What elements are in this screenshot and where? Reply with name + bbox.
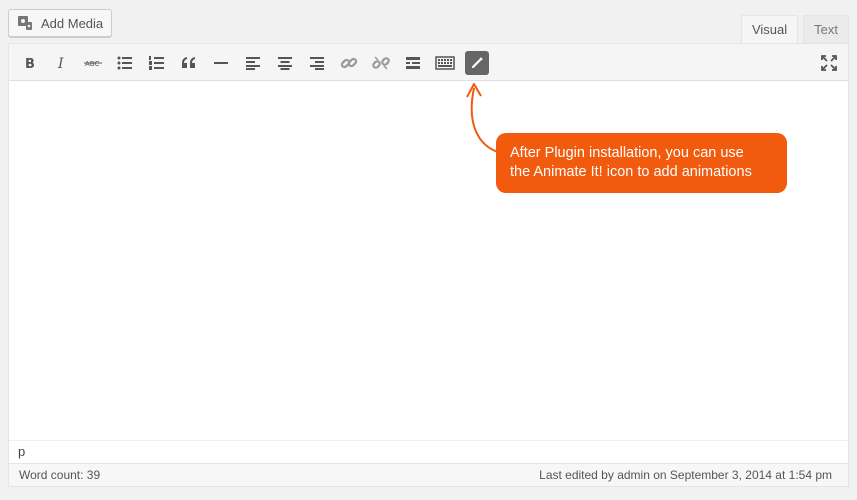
add-media-button[interactable]: Add Media (8, 9, 112, 37)
strikethrough-icon: ABC (84, 56, 102, 70)
bold-button[interactable]: B (17, 51, 41, 75)
tab-visual[interactable]: Visual (740, 15, 799, 44)
link-button[interactable] (337, 51, 361, 75)
editor-toolbar: B I ABC (9, 44, 848, 81)
svg-text:ABC: ABC (85, 60, 99, 68)
status-bar: Word count: 39 Last edited by admin on S… (9, 463, 848, 486)
horizontal-line-icon (213, 56, 229, 70)
svg-text:I: I (57, 56, 64, 70)
numbered-list-button[interactable] (145, 51, 169, 75)
blockquote-icon (181, 56, 197, 70)
last-edited: Last edited by admin on September 3, 201… (539, 468, 832, 482)
element-path[interactable]: p (9, 440, 848, 464)
align-center-button[interactable] (273, 51, 297, 75)
strikethrough-button[interactable]: ABC (81, 51, 105, 75)
read-more-button[interactable] (401, 51, 425, 75)
bulleted-list-button[interactable] (113, 51, 137, 75)
toolbar-toggle-icon (435, 55, 455, 71)
align-center-icon (277, 56, 293, 70)
svg-text:B: B (25, 57, 35, 70)
align-right-icon (309, 56, 325, 70)
add-media-label: Add Media (41, 15, 104, 31)
fullscreen-icon (821, 55, 837, 71)
align-left-button[interactable] (241, 51, 265, 75)
bulleted-list-icon (117, 56, 133, 70)
numbered-list-icon (149, 56, 165, 70)
italic-button[interactable]: I (49, 51, 73, 75)
editor-container: B I ABC p Word count: 39 Last edited by … (8, 43, 849, 487)
italic-icon: I (54, 56, 68, 70)
media-icon (17, 14, 35, 32)
bold-icon: B (22, 56, 36, 70)
editor-tabs: Visual Text (740, 15, 849, 44)
animate-it-icon (470, 56, 484, 70)
fullscreen-button[interactable] (817, 51, 841, 75)
element-path-label: p (18, 444, 26, 459)
align-right-button[interactable] (305, 51, 329, 75)
instruction-callout: After Plugin installation, you can use t… (496, 133, 787, 193)
horizontal-line-button[interactable] (209, 51, 233, 75)
read-more-icon (405, 56, 421, 70)
callout-line-2: the Animate It! icon to add animations (510, 164, 752, 180)
blockquote-button[interactable] (177, 51, 201, 75)
link-icon (340, 54, 358, 72)
unlink-button[interactable] (369, 51, 393, 75)
unlink-icon (372, 54, 390, 72)
tab-text[interactable]: Text (803, 15, 849, 43)
word-count: Word count: 39 (19, 468, 101, 482)
callout-line-1: After Plugin installation, you can use (510, 145, 744, 161)
align-left-icon (245, 56, 261, 70)
